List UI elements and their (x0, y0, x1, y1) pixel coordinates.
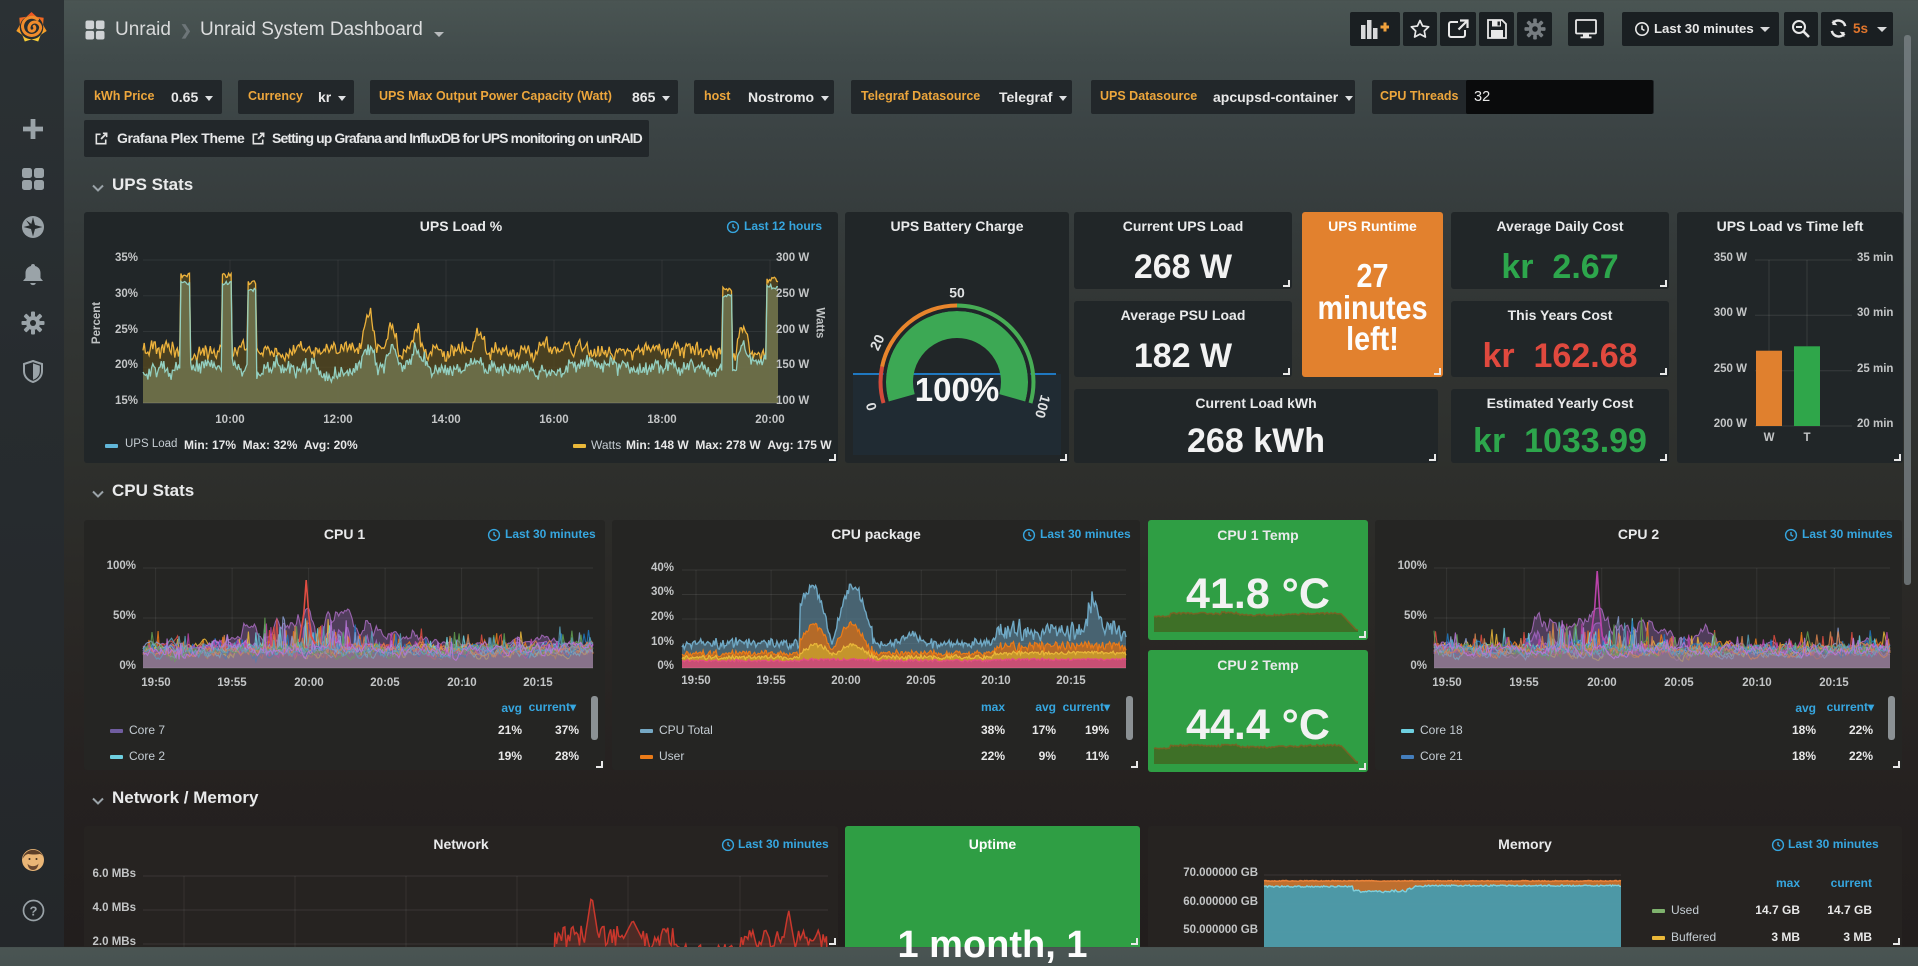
svg-text:?: ? (30, 904, 38, 919)
svg-text:50: 50 (949, 285, 965, 301)
svg-text:100%: 100% (915, 371, 999, 408)
svg-text:20: 20 (866, 332, 887, 353)
